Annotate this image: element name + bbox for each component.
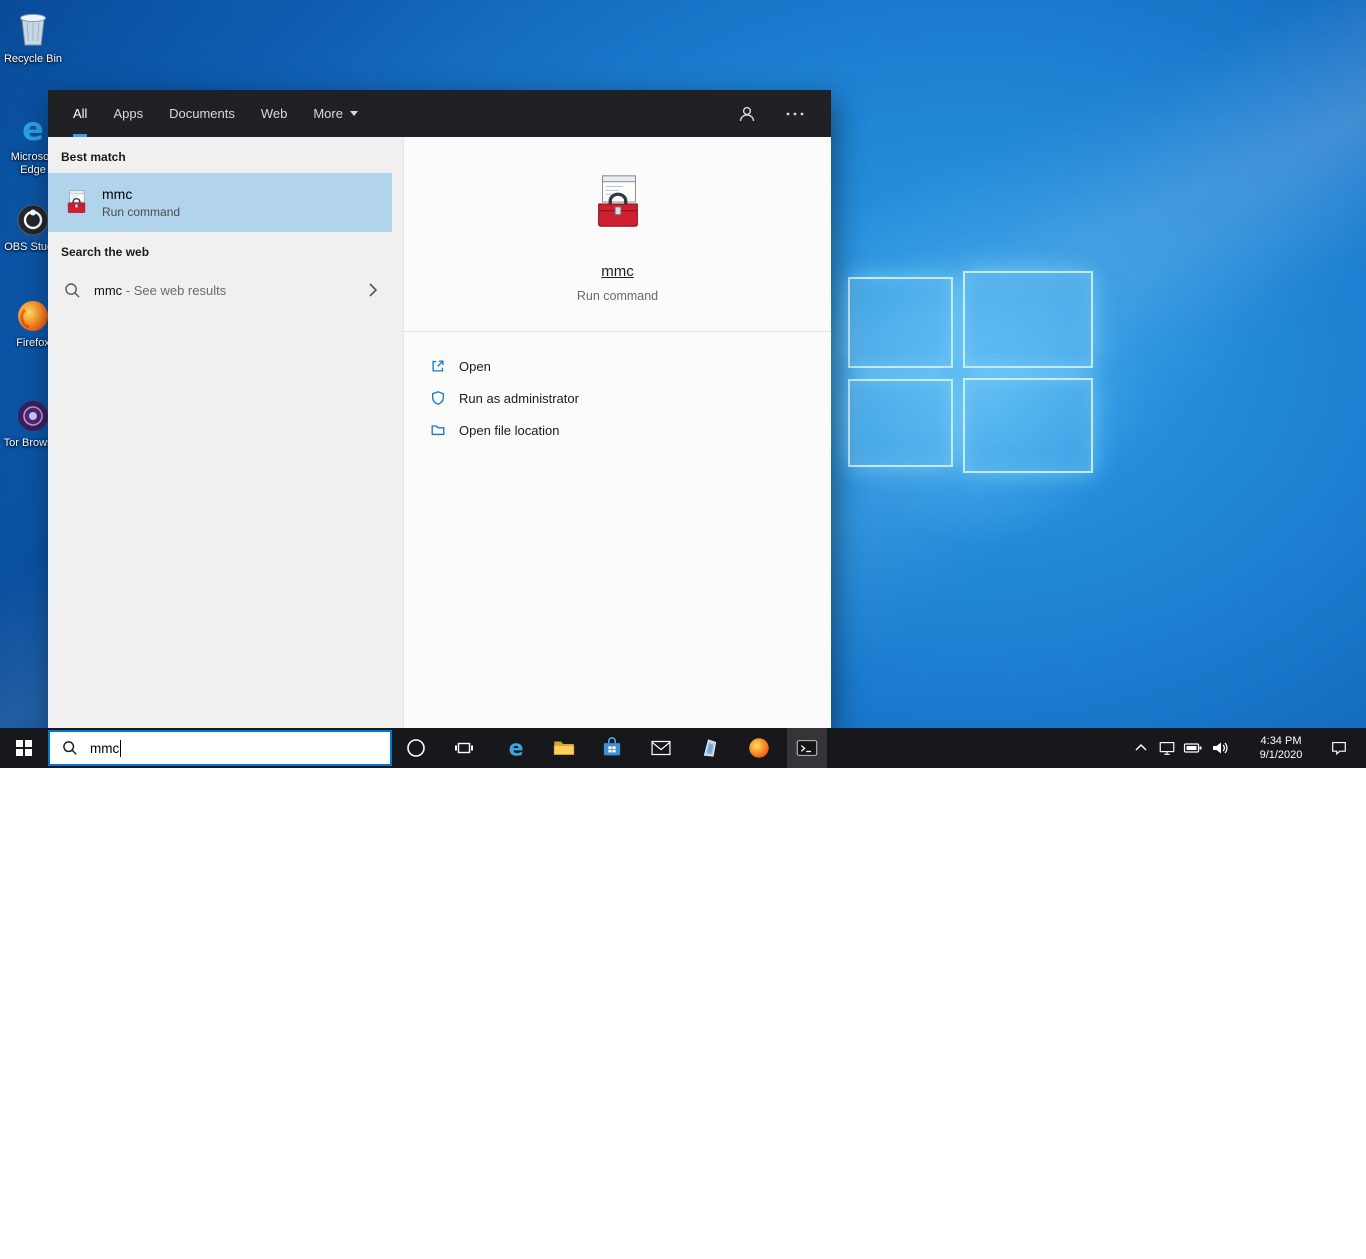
action-run-as-administrator[interactable]: Run as administrator <box>404 382 831 414</box>
action-open-file-location[interactable]: Open file location <box>404 414 831 446</box>
mmc-app-icon <box>63 189 90 216</box>
speaker-icon <box>1210 738 1230 758</box>
taskbar-command-prompt-button[interactable] <box>787 728 827 768</box>
preview-pane: mmc Run command Open Run as administrato… <box>403 137 831 728</box>
search-header-actions <box>735 90 831 137</box>
tab-more[interactable]: More <box>313 90 358 137</box>
search-input-value: mmc <box>90 741 119 756</box>
chevron-up-icon <box>1133 740 1149 756</box>
taskbar-store-button[interactable] <box>592 728 632 768</box>
tab-all[interactable]: All <box>73 90 87 137</box>
clock-date: 9/1/2020 <box>1260 748 1303 762</box>
result-title: mmc <box>102 186 180 202</box>
account-button[interactable] <box>735 102 759 126</box>
preview-subtitle: Run command <box>404 289 831 303</box>
text-cursor <box>120 740 121 757</box>
tab-label: More <box>313 106 343 121</box>
action-label: Open file location <box>459 423 559 438</box>
tab-label: All <box>73 106 87 121</box>
web-suffix: - See web results <box>122 283 226 298</box>
edge-icon: e <box>15 112 51 148</box>
chevron-right-icon <box>368 282 378 298</box>
clock-time: 4:34 PM <box>1261 734 1302 748</box>
mail-icon <box>648 735 674 761</box>
taskbar: mmc e <box>0 728 1366 768</box>
tab-web[interactable]: Web <box>261 90 288 137</box>
svg-text:e: e <box>22 112 44 148</box>
microsoft-store-icon <box>599 735 625 761</box>
taskbar-mail-button[interactable] <box>641 728 681 768</box>
search-flyout: All Apps Documents Web More <box>48 90 831 728</box>
task-view-icon <box>454 738 474 758</box>
mmc-app-icon-large <box>587 172 649 234</box>
tab-label: Web <box>261 106 288 121</box>
best-match-text: mmc Run command <box>102 186 180 219</box>
start-button[interactable] <box>0 728 48 768</box>
battery-icon <box>1183 738 1203 758</box>
search-icon <box>64 282 81 299</box>
open-icon <box>430 358 446 374</box>
search-icon <box>62 740 78 756</box>
search-tabs: All Apps Documents Web More <box>73 90 358 137</box>
file-explorer-icon <box>551 735 577 761</box>
action-center-icon <box>1330 739 1348 757</box>
preview-actions: Open Run as administrator Open file loca… <box>404 332 831 446</box>
tor-browser-icon <box>15 398 51 434</box>
desktop-icon-recycle-bin[interactable]: Recycle Bin <box>2 8 64 66</box>
obs-studio-icon <box>15 202 51 238</box>
firefox-icon <box>15 298 51 334</box>
windows-logo-pane <box>963 271 1093 368</box>
windows-logo-pane <box>848 277 953 368</box>
taskbar-search-input[interactable]: mmc <box>48 730 392 766</box>
taskbar-file-explorer-button[interactable] <box>544 728 584 768</box>
taskbar-edge-button[interactable]: e <box>496 728 536 768</box>
action-label: Run as administrator <box>459 391 579 406</box>
edge-icon: e <box>503 735 529 761</box>
search-results-column: Best match mmc Run command Search the we… <box>48 137 403 728</box>
user-icon <box>737 104 757 124</box>
taskbar-firefox-button[interactable] <box>739 728 779 768</box>
preview-hero: mmc Run command <box>404 137 831 303</box>
tab-apps[interactable]: Apps <box>113 90 143 137</box>
taskbar-pinned-app-button[interactable] <box>690 728 730 768</box>
monitor-icon <box>1158 739 1176 757</box>
windows-logo-pane <box>963 378 1093 473</box>
action-label: Open <box>459 359 491 374</box>
options-button[interactable] <box>783 102 807 126</box>
preview-title: mmc <box>404 263 831 280</box>
search-header: All Apps Documents Web More <box>48 90 831 137</box>
desktop-icon-label: Recycle Bin <box>2 53 64 66</box>
web-search-result[interactable]: mmc - See web results <box>48 268 392 312</box>
tray-display-button[interactable] <box>1154 728 1180 768</box>
tray-volume-button[interactable] <box>1206 728 1234 768</box>
tab-label: Documents <box>169 106 235 121</box>
best-match-header: Best match <box>48 137 403 173</box>
best-match-result[interactable]: mmc Run command <box>48 173 392 232</box>
taskbar-clock[interactable]: 4:34 PM 9/1/2020 <box>1246 728 1316 768</box>
result-subtitle: Run command <box>102 205 180 219</box>
action-center-button[interactable] <box>1318 728 1360 768</box>
ellipsis-icon <box>785 111 805 117</box>
tray-battery-button[interactable] <box>1180 728 1206 768</box>
recycle-bin-icon <box>13 8 53 50</box>
firefox-icon <box>746 735 772 761</box>
svg-text:e: e <box>509 736 524 761</box>
cortana-icon <box>406 738 426 758</box>
tab-label: Apps <box>113 106 143 121</box>
web-result-text: mmc - See web results <box>94 283 226 298</box>
show-hidden-icons-button[interactable] <box>1128 728 1154 768</box>
action-open[interactable]: Open <box>404 350 831 382</box>
tab-documents[interactable]: Documents <box>169 90 235 137</box>
command-prompt-icon <box>794 735 820 761</box>
windows-logo-icon <box>16 740 32 756</box>
folder-location-icon <box>430 422 446 438</box>
admin-shield-icon <box>430 390 446 406</box>
cortana-button[interactable] <box>396 728 436 768</box>
task-view-button[interactable] <box>444 728 484 768</box>
chevron-down-icon <box>350 111 358 116</box>
search-web-header: Search the web <box>48 232 403 268</box>
windows-logo-pane <box>848 379 953 467</box>
web-query: mmc <box>94 283 122 298</box>
pinned-app-icon <box>697 735 723 761</box>
